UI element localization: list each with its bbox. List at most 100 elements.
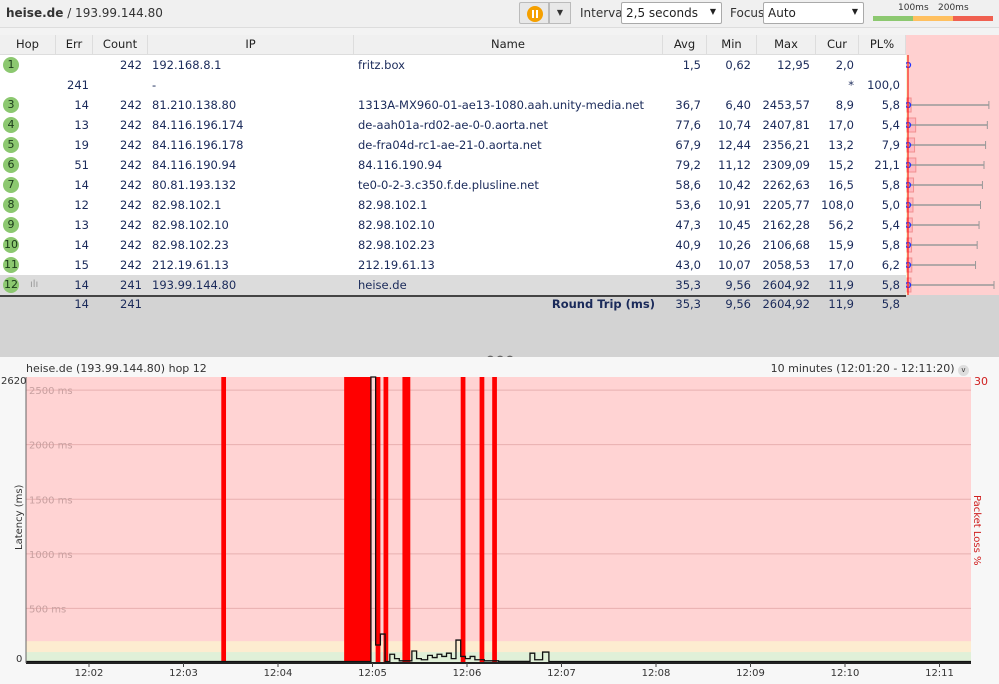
cell-count: 242 xyxy=(120,118,142,132)
cell-err xyxy=(56,55,89,75)
cell-name: 82.98.102.23 xyxy=(358,238,435,252)
column-header-hop[interactable]: Hop xyxy=(0,35,56,55)
latency-color-legend: 100ms 200ms xyxy=(873,3,996,23)
cell-count: 242 xyxy=(120,238,142,252)
packet-loss-bar xyxy=(402,377,411,663)
cell-pl: 5,8 xyxy=(881,238,900,252)
column-header-ip[interactable]: IP xyxy=(148,35,354,55)
chevron-down-icon: ▼ xyxy=(851,7,858,16)
table-row[interactable]: 3 14 242 81.210.138.80 1313A-MX960-01-ae13-1… xyxy=(0,95,906,115)
table-row[interactable]: 9 13 242 82.98.102.10 82.98.102.10 47,3 10,45 2… xyxy=(0,215,906,235)
cell-count: 242 xyxy=(120,218,142,232)
cell-avg: 58,6 xyxy=(675,178,701,192)
cell-cur: 16,5 xyxy=(828,178,854,192)
column-header-max[interactable]: Max xyxy=(757,35,816,55)
cell-cur: 8,9 xyxy=(835,98,854,112)
hop-badge: 10 xyxy=(3,237,19,253)
cell-pl: 5,8 xyxy=(881,98,900,112)
cell-avg: 40,9 xyxy=(675,238,701,252)
chevron-down-icon: ▼ xyxy=(709,7,716,16)
y-tick-label: 1500 ms xyxy=(29,495,73,506)
hop-badge: 11 xyxy=(3,257,19,273)
table-row[interactable]: 8 12 242 82.98.102.1 82.98.102.1 53,6 10,91 220… xyxy=(0,195,906,215)
cell-err: 15 xyxy=(74,258,89,272)
column-header-cur[interactable]: Cur xyxy=(816,35,859,55)
cell-min: 12,44 xyxy=(718,138,751,152)
column-header-min[interactable]: Min xyxy=(707,35,757,55)
cell-count: 242 xyxy=(120,258,142,272)
cell-avg: 43,0 xyxy=(675,258,701,272)
cell-ip: 82.98.102.23 xyxy=(152,238,229,252)
hop-badge: 3 xyxy=(3,97,19,113)
x-tick-label: 12:08 xyxy=(642,668,671,679)
focus-select[interactable]: Auto ▼ xyxy=(763,2,864,24)
hop-badge: 4 xyxy=(3,117,19,133)
interval-select[interactable]: 2,5 seconds ▼ xyxy=(621,2,722,24)
cell-pl: 100,0 xyxy=(867,78,900,92)
pause-dropdown-button[interactable]: ▼ xyxy=(549,2,571,24)
packet-loss-bar xyxy=(383,377,389,663)
cell-min: 10,74 xyxy=(718,118,751,132)
cell-avg: 77,6 xyxy=(675,118,701,132)
cell-ip: 212.19.61.13 xyxy=(152,258,229,272)
cell-err: 51 xyxy=(74,158,89,172)
interval-label: Interval xyxy=(580,6,626,20)
table-row[interactable]: 6 51 242 84.116.190.94 84.116.190.94 79,2 11,1… xyxy=(0,155,906,175)
packet-loss-bar xyxy=(221,377,227,663)
target-ip: / 193.99.144.80 xyxy=(67,6,163,20)
cell-cur: 11,9 xyxy=(828,278,854,292)
cell-min: 10,45 xyxy=(718,218,751,232)
cell-avg: 36,7 xyxy=(675,98,701,112)
cell-max xyxy=(757,75,810,95)
roundtrip-min: 9,56 xyxy=(725,297,751,311)
cell-pl xyxy=(859,55,900,75)
table-row[interactable]: 12 ılı 14 241 193.99.144.80 heise.de 35,3 9,56 2… xyxy=(0,275,906,295)
cell-min: 6,40 xyxy=(725,98,751,112)
column-header-count[interactable]: Count xyxy=(93,35,148,55)
cell-err: 241 xyxy=(67,78,89,92)
cell-min: 9,56 xyxy=(725,278,751,292)
x-tick-label: 12:05 xyxy=(358,668,387,679)
cell-name: 212.19.61.13 xyxy=(358,258,435,272)
cell-pl: 5,4 xyxy=(881,218,900,232)
cell-ip: 84.116.196.174 xyxy=(152,118,244,132)
table-row[interactable]: 7 14 242 80.81.193.132 te0-0-2-3.c350.f.de.p… xyxy=(0,175,906,195)
y2-axis-title: Packet Loss % xyxy=(971,495,982,566)
cell-ip: 84.116.190.94 xyxy=(152,158,237,172)
table-row[interactable]: 11 15 242 212.19.61.13 212.19.61.13 43,0 10,07… xyxy=(0,255,906,275)
packet-loss-bar xyxy=(479,377,485,663)
graph-icon[interactable]: ılı xyxy=(30,275,38,295)
table-row[interactable]: 4 13 242 84.116.196.174 de-aah01a-rd02-ae-0-… xyxy=(0,115,906,135)
cell-max: 12,95 xyxy=(777,58,810,72)
cell-ip: 80.81.193.132 xyxy=(152,178,237,192)
hop-badge: 6 xyxy=(3,157,19,173)
target-breadcrumb: heise.de / 193.99.144.80 xyxy=(6,6,163,20)
cell-avg: 79,2 xyxy=(675,158,701,172)
packet-loss-bar xyxy=(344,377,371,663)
column-header-avg[interactable]: Avg xyxy=(663,35,707,55)
cell-avg xyxy=(663,75,701,95)
y-tick-label: 500 ms xyxy=(29,604,66,615)
round-trip-row: 14 241 Round Trip (ms) 35,3 9,56 2604,92 11,9 5… xyxy=(0,295,906,313)
column-header-name[interactable]: Name xyxy=(354,35,663,55)
table-row[interactable]: 5 19 242 84.116.196.178 de-fra04d-rc1-ae-21-… xyxy=(0,135,906,155)
table-row[interactable]: 241 - * 100,0 xyxy=(0,75,906,95)
table-row[interactable]: 1 242 192.168.8.1 fritz.box 1,5 0,62 12,95 2,0 xyxy=(0,55,906,75)
cell-cur: 17,0 xyxy=(828,118,854,132)
cell-ip: 82.98.102.10 xyxy=(152,218,229,232)
legend-orange xyxy=(913,16,953,21)
column-header-plpct[interactable]: PL% xyxy=(859,35,906,55)
cell-err: 14 xyxy=(74,278,89,292)
pause-button[interactable] xyxy=(519,2,549,24)
x-tick-label: 12:02 xyxy=(75,668,104,679)
table-row[interactable]: 10 14 242 82.98.102.23 82.98.102.23 40,9 10,26… xyxy=(0,235,906,255)
column-header-err[interactable]: Err xyxy=(56,35,93,55)
cell-name: 1313A-MX960-01-ae13-1080.aah.unity-media… xyxy=(358,98,644,112)
title-bar: heise.de / 193.99.144.80 ▼ Interval 2,5 … xyxy=(0,0,999,28)
cell-min xyxy=(707,75,751,95)
hop-badge: 5 xyxy=(3,137,19,153)
legend-200ms: 200ms xyxy=(938,3,969,13)
cell-max: 2106,68 xyxy=(762,238,810,252)
latency-graph-column xyxy=(904,35,999,295)
cell-min: 10,26 xyxy=(718,238,751,252)
